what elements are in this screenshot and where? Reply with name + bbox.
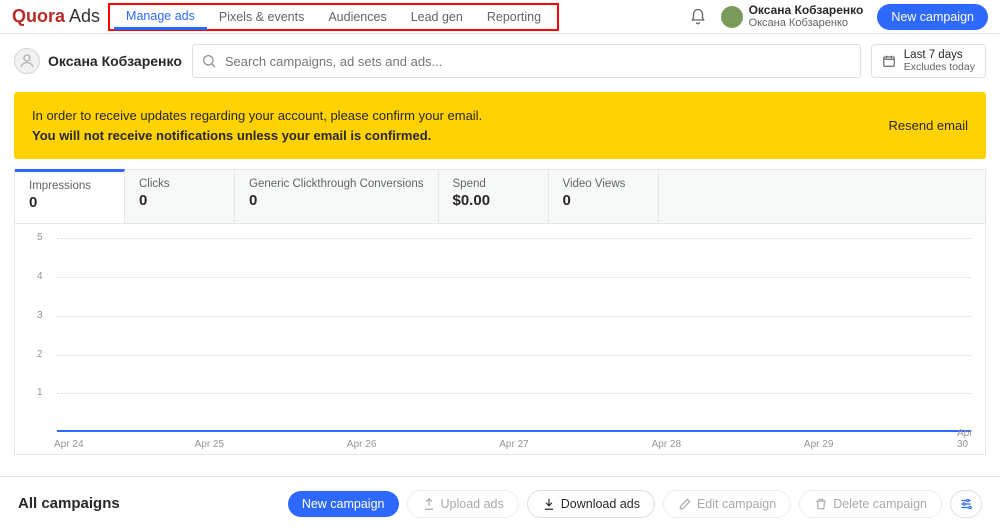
sliders-icon (959, 497, 973, 511)
nav-reporting[interactable]: Reporting (475, 5, 553, 29)
user-circle-icon (14, 48, 40, 74)
brand-logo: QuoraAds (12, 6, 100, 27)
footer-new-campaign-button[interactable]: New campaign (288, 491, 399, 517)
metric-video-views[interactable]: Video Views 0 (549, 170, 659, 223)
nav-lead-gen[interactable]: Lead gen (399, 5, 475, 29)
email-confirm-banner: In order to receive updates regarding yo… (14, 92, 986, 159)
download-icon (542, 497, 556, 511)
metric-impressions[interactable]: Impressions 0 (15, 169, 125, 223)
edit-icon (678, 497, 692, 511)
account-selector[interactable]: Оксана Кобзаренко (14, 48, 182, 74)
notifications-icon[interactable] (689, 8, 707, 26)
metric-conversions[interactable]: Generic Clickthrough Conversions 0 (235, 170, 439, 223)
nav-audiences[interactable]: Audiences (316, 5, 398, 29)
new-campaign-button[interactable]: New campaign (877, 4, 988, 30)
metric-clicks[interactable]: Clicks 0 (125, 170, 235, 223)
search-icon (201, 53, 217, 69)
search-input[interactable] (192, 44, 861, 78)
account-name: Оксана Кобзаренко (48, 53, 182, 69)
upload-icon (422, 497, 436, 511)
account-menu[interactable]: Оксана Кобзаренко Оксана Кобзаренко (721, 4, 864, 29)
date-range-selector[interactable]: Last 7 days Excludes today (871, 44, 986, 78)
avatar (721, 6, 743, 28)
primary-nav-highlight: Manage ads Pixels & events Audiences Lea… (108, 3, 559, 31)
delete-campaign-button[interactable]: Delete campaign (799, 490, 942, 518)
settings-button[interactable] (950, 490, 982, 518)
download-ads-button[interactable]: Download ads (527, 490, 655, 518)
metrics-chart: 12345Apr 24Apr 25Apr 26Apr 27Apr 28Apr 2… (15, 224, 985, 454)
header-user-name: Оксана Кобзаренко (749, 4, 864, 17)
metric-spend[interactable]: Spend $0.00 (439, 170, 549, 223)
resend-email-link[interactable]: Resend email (889, 118, 969, 133)
trash-icon (814, 497, 828, 511)
edit-campaign-button[interactable]: Edit campaign (663, 490, 791, 518)
calendar-icon (882, 54, 896, 68)
chart-line (57, 430, 971, 432)
nav-manage-ads[interactable]: Manage ads (114, 6, 207, 30)
header-user-sub: Оксана Кобзаренко (749, 17, 864, 29)
footer-title: All campaigns (18, 495, 120, 512)
upload-ads-button[interactable]: Upload ads (407, 490, 519, 518)
nav-pixels-events[interactable]: Pixels & events (207, 5, 316, 29)
